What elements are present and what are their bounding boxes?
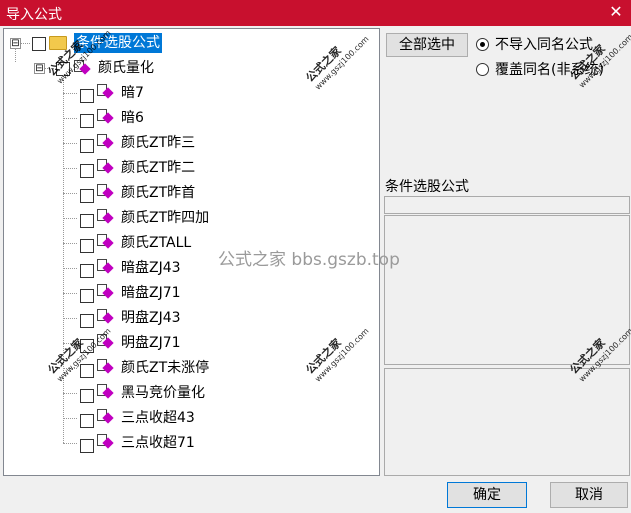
tree-item-row[interactable]: 黑马竞价量化 [4, 383, 374, 403]
tree-item-checkbox[interactable] [80, 414, 94, 428]
formula-icon [97, 134, 115, 150]
tree-item-label: 颜氏ZT昨首 [121, 185, 196, 201]
tree-line [63, 268, 77, 269]
tree-item-checkbox[interactable] [80, 439, 94, 453]
tree-item-label: 三点收超43 [121, 410, 195, 426]
tree-item-row[interactable]: 暗盘ZJ71 [4, 283, 374, 303]
formula-icon [97, 184, 115, 200]
formula-icon [97, 109, 115, 125]
formula-icon [97, 409, 115, 425]
tree-item-checkbox[interactable] [80, 139, 94, 153]
tree-line [63, 218, 77, 219]
tree-item-label: 暗7 [121, 85, 144, 101]
tree-item-row[interactable]: 三点收超43 [4, 408, 374, 428]
formula-icon [97, 384, 115, 400]
tree-line [63, 168, 77, 169]
tree-item-label: 三点收超71 [121, 435, 195, 451]
category-label: 条件选股公式 [385, 179, 469, 195]
tree-item-checkbox[interactable] [80, 239, 94, 253]
tree-item-label: 暗盘ZJ43 [121, 260, 181, 276]
tree-group-label: 颜氏量化 [98, 60, 154, 76]
tree-line [63, 293, 77, 294]
tree-item-label: 颜氏ZTALL [121, 235, 192, 251]
tree-item-checkbox[interactable] [80, 214, 94, 228]
tree-line [63, 93, 77, 94]
cancel-button[interactable]: 取消 [550, 482, 628, 508]
watermark-center-text: 公式之家 bbs.gszb.top [218, 250, 400, 270]
category-field [384, 196, 630, 214]
formula-icon [97, 434, 115, 450]
formula-icon [97, 159, 115, 175]
tree-item-checkbox[interactable] [80, 189, 94, 203]
tree-item-row[interactable]: 颜氏ZT昨二 [4, 158, 374, 178]
tree-item-row[interactable]: 三点收超71 [4, 433, 374, 453]
formula-detail-panel [384, 368, 630, 476]
tree-item-checkbox[interactable] [80, 164, 94, 178]
formula-icon [97, 359, 115, 375]
tree-item-label: 暗6 [121, 110, 144, 126]
radio-overwrite-duplicates[interactable] [476, 63, 489, 76]
tree-root-checkbox[interactable] [32, 37, 46, 51]
tree-item-label: 颜氏ZT昨三 [121, 135, 196, 151]
formula-icon [97, 234, 115, 250]
tree-item-row[interactable]: 颜氏ZT昨首 [4, 183, 374, 203]
tree-item-row[interactable]: 颜氏ZT昨三 [4, 133, 374, 153]
tree-item-label: 颜氏ZT未涨停 [121, 360, 210, 376]
formula-icon [97, 84, 115, 100]
radio-skip-duplicates[interactable] [476, 38, 489, 51]
tree-group-expander[interactable]: ⊟ [34, 63, 45, 74]
tree-line [63, 118, 77, 119]
formula-icon [97, 259, 115, 275]
tree-item-checkbox[interactable] [80, 389, 94, 403]
tree-line [63, 393, 77, 394]
tree-item-label: 暗盘ZJ71 [121, 285, 181, 301]
tree-item-checkbox[interactable] [80, 114, 94, 128]
radio-skip-duplicates-label: 不导入同名公式 [495, 37, 593, 53]
tree-item-row[interactable]: 颜氏ZT昨四加 [4, 208, 374, 228]
select-all-button[interactable]: 全部选中 [386, 33, 468, 57]
tree-line [63, 143, 77, 144]
tree-item-checkbox[interactable] [80, 364, 94, 378]
tree-item-label: 黑马竞价量化 [121, 385, 205, 401]
tree-line [63, 318, 77, 319]
close-icon[interactable]: ✕ [607, 2, 625, 22]
watermark-stamp: 公式之家 www.gszj100.com [567, 32, 631, 90]
tree-item-checkbox[interactable] [80, 264, 94, 278]
tree-line [63, 443, 77, 444]
tree-item-checkbox[interactable] [80, 289, 94, 303]
tree-line [63, 243, 77, 244]
tree-item-row[interactable]: 暗6 [4, 108, 374, 128]
tree-root-row[interactable]: ⊟ 条件选股公式 [4, 33, 374, 53]
tree-line [63, 193, 77, 194]
ok-button[interactable]: 确定 [447, 482, 527, 508]
tree-item-label: 颜氏ZT昨四加 [121, 210, 210, 226]
tree-item-label: 明盘ZJ43 [121, 310, 181, 326]
tree-item-checkbox[interactable] [80, 89, 94, 103]
tree-line [21, 43, 30, 44]
window-title: 导入公式 [6, 7, 62, 23]
tree-item-label: 颜氏ZT昨二 [121, 160, 196, 176]
tree-item-row[interactable]: 明盘ZJ43 [4, 308, 374, 328]
tree-line [63, 418, 77, 419]
tree-item-label: 明盘ZJ71 [121, 335, 181, 351]
formula-icon [97, 209, 115, 225]
formula-icon [97, 284, 115, 300]
